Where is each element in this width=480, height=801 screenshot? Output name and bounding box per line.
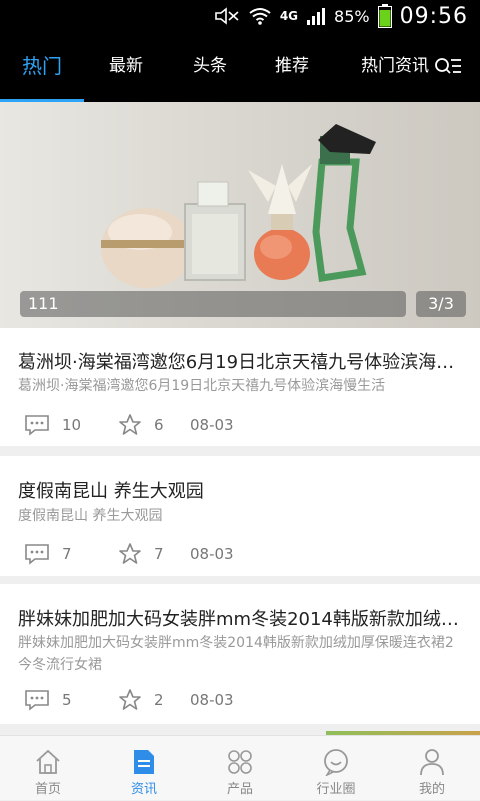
article-date: 08-03: [190, 545, 234, 563]
tab-label: 热门: [22, 54, 62, 78]
nav-label: 产品: [226, 782, 253, 797]
tab-recommended[interactable]: 推荐: [250, 32, 334, 102]
nav-news[interactable]: 资讯: [96, 736, 192, 801]
article-summary: 胖妹妹加肥加大码女装胖mm冬装2014韩版新款加绒加厚保暖连衣裙2今冬流行女裙: [18, 635, 454, 673]
banner-caption: 111: [28, 294, 59, 313]
clock: 09:56: [399, 3, 468, 29]
comment-count: 10: [62, 416, 82, 434]
products-icon: [228, 750, 252, 774]
star-icon: [119, 414, 141, 435]
mute-icon: [214, 7, 240, 25]
comment-button[interactable]: [24, 410, 50, 440]
nav-label: 行业圈: [316, 782, 356, 797]
tab-label: 头条: [193, 56, 227, 76]
tab-label: 最新: [109, 56, 143, 76]
article-card[interactable]: 度假南昆山 养生大观园 度假南昆山 养生大观园 7 7 08-03: [0, 456, 480, 576]
article-title: 胖妹妹加肥加大码女装胖mm冬装2014韩版新款加绒加...: [18, 609, 462, 630]
article-meta: 10 6 08-03: [0, 410, 480, 440]
article-summary: 葛洲坝·海棠福湾邀您6月19日北京天禧九号体验滨海慢生活: [18, 378, 386, 394]
favorite-button[interactable]: [118, 539, 142, 569]
chat-icon: [324, 749, 348, 776]
article-date: 08-03: [190, 691, 234, 709]
favorite-count: 6: [154, 416, 164, 434]
banner-page-counter: 3/3: [416, 291, 466, 317]
tab-label: 热门资讯: [361, 56, 429, 76]
user-icon: [420, 749, 444, 776]
battery-icon: [377, 4, 392, 28]
article-date: 08-03: [190, 416, 234, 434]
tab-latest[interactable]: 最新: [84, 32, 168, 102]
network-type: 4G: [279, 9, 299, 23]
favorite-button[interactable]: [118, 685, 142, 715]
news-icon: [134, 750, 154, 774]
article-meta: 7 7 08-03: [0, 539, 480, 569]
comment-count: 7: [62, 545, 72, 563]
article-meta: 5 2 08-03: [0, 685, 480, 715]
tab-hot[interactable]: 热门: [0, 32, 84, 102]
comment-count: 5: [62, 691, 72, 709]
wifi-icon: [248, 6, 272, 26]
tab-hot-news[interactable]: 热门资讯: [350, 32, 440, 102]
tab-label: 推荐: [275, 56, 309, 76]
star-icon: [119, 543, 141, 564]
article-card[interactable]: 葛洲坝·海棠福湾邀您6月19日北京天禧九号体验滨海慢... 葛洲坝·海棠福湾邀您…: [0, 328, 480, 446]
nav-products[interactable]: 产品: [192, 736, 288, 801]
comment-icon: [25, 544, 49, 565]
article-title: 葛洲坝·海棠福湾邀您6月19日北京天禧九号体验滨海慢...: [18, 352, 462, 373]
favorite-button[interactable]: [118, 410, 142, 440]
nav-home[interactable]: 首页: [0, 736, 96, 801]
bottom-navigation: 首页 资讯 产品 行业圈 我的: [0, 735, 480, 800]
nav-label: 资讯: [130, 782, 157, 797]
nav-industry-circle[interactable]: 行业圈: [288, 736, 384, 801]
comment-button[interactable]: [24, 685, 50, 715]
battery-percent: 85%: [334, 6, 370, 26]
favorite-count: 2: [154, 691, 164, 709]
star-icon: [119, 689, 141, 710]
home-icon: [36, 749, 60, 774]
tab-menu-search-icon[interactable]: [434, 56, 462, 78]
favorite-count: 7: [154, 545, 164, 563]
signal-icon: [306, 6, 326, 26]
nav-profile[interactable]: 我的: [384, 736, 480, 801]
article-summary: 度假南昆山 养生大观园: [18, 508, 163, 524]
nav-label: 首页: [34, 782, 61, 797]
status-bar: 4G 85% 09:56: [0, 0, 480, 32]
nav-label: 我的: [418, 782, 445, 797]
banner-caption-bar: [20, 291, 406, 317]
category-tab-bar: 热门 最新 头条 推荐 热门资讯: [0, 32, 480, 102]
comment-button[interactable]: [24, 539, 50, 569]
article-title: 度假南昆山 养生大观园: [18, 481, 204, 502]
comment-icon: [25, 690, 49, 711]
tab-headlines[interactable]: 头条: [168, 32, 252, 102]
comment-icon: [25, 415, 49, 436]
article-card[interactable]: 胖妹妹加肥加大码女装胖mm冬装2014韩版新款加绒加... 胖妹妹加肥加大码女装…: [0, 584, 480, 724]
